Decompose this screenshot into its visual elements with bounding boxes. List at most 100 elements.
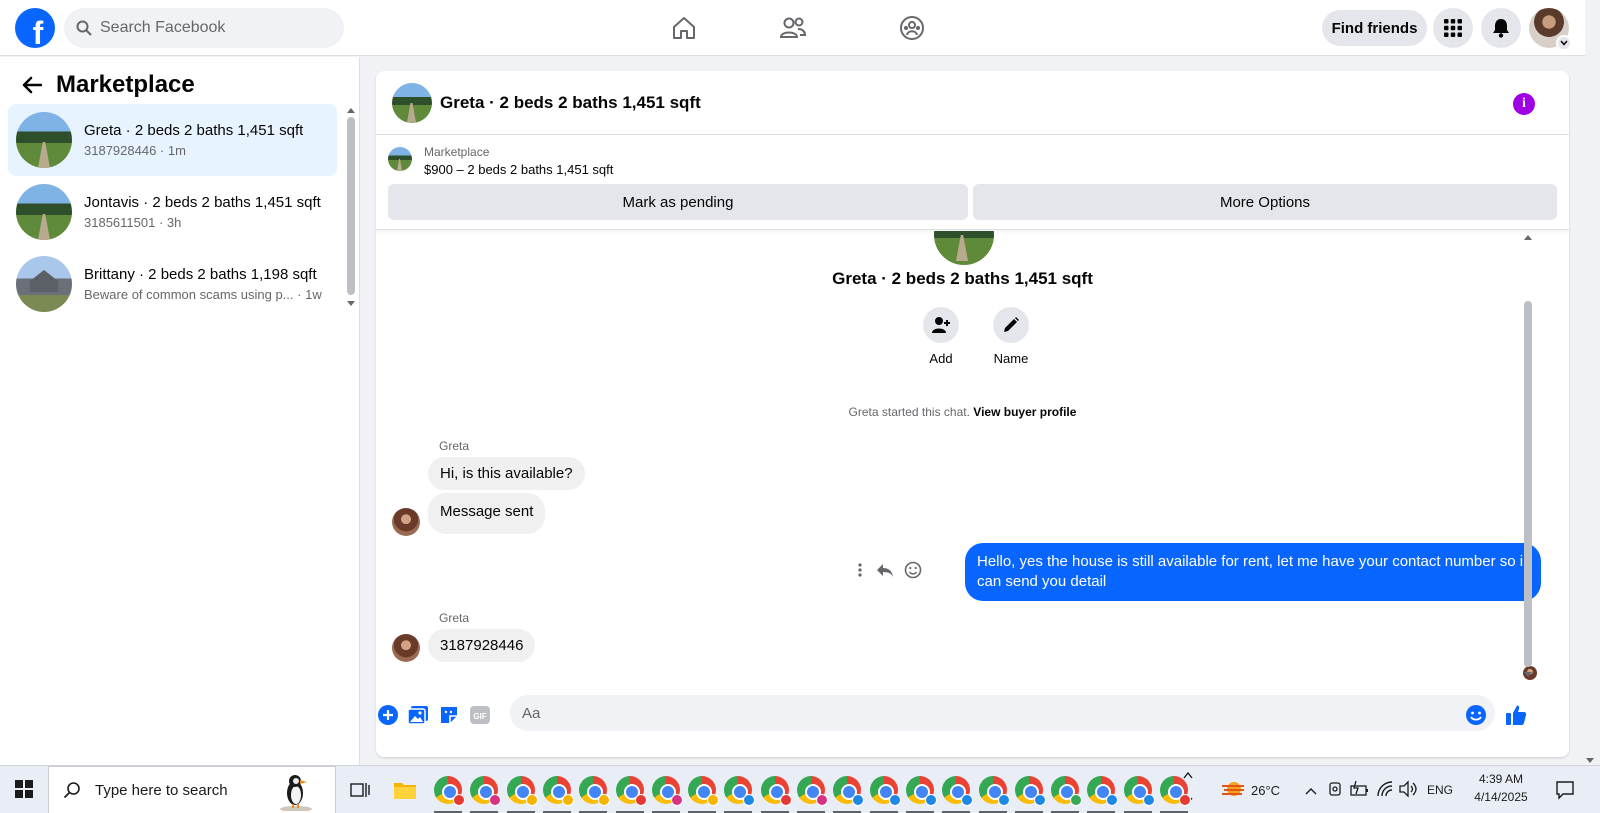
home-icon[interactable] [668, 12, 700, 44]
conversation-item-brittany[interactable]: Brittany · 2 beds 2 baths 1,198 sqft Bew… [8, 248, 337, 320]
taskbar-search-text: Type here to search [95, 781, 228, 799]
input-language[interactable]: ENG [1427, 783, 1453, 797]
add-action[interactable]: Add [911, 307, 971, 366]
sticker-icon[interactable] [437, 703, 461, 727]
chrome-profile-icon[interactable] [797, 776, 828, 806]
taskbar-overflow-arrows[interactable] [1183, 768, 1193, 813]
wifi-icon[interactable] [1376, 780, 1394, 803]
scroll-down-arrow[interactable] [347, 301, 355, 306]
name-label: Name [993, 351, 1029, 366]
bell-icon[interactable] [1481, 8, 1521, 48]
chrome-profile-icon[interactable] [651, 776, 683, 806]
chrome-profile-icon[interactable] [688, 776, 720, 806]
chrome-profile-icon[interactable] [724, 776, 756, 806]
clock-time[interactable]: 4:39 AM [1470, 772, 1532, 786]
file-explorer-icon[interactable] [393, 779, 417, 806]
chrome-profile-icon[interactable] [1051, 776, 1083, 806]
groups-icon[interactable] [896, 12, 928, 44]
account-avatar[interactable] [1529, 8, 1572, 51]
photo-icon[interactable] [406, 703, 430, 727]
page-scroll-down-arrow[interactable] [1586, 758, 1594, 763]
sidebar-header: Marketplace [18, 71, 195, 99]
volume-icon[interactable] [1398, 780, 1418, 803]
chrome-profile-icon[interactable] [833, 776, 865, 806]
chrome-profile-icon[interactable] [434, 776, 465, 806]
gif-icon[interactable]: GIF [468, 703, 492, 727]
conversation-preview: 3185611501 · 3h [84, 215, 182, 230]
like-thumbs-up-icon[interactable] [1504, 703, 1528, 727]
chrome-profile-icon[interactable] [542, 776, 574, 806]
chat-scroll-down-arrow[interactable] [1524, 672, 1532, 677]
battery-icon[interactable] [1350, 780, 1370, 803]
chrome-profile-icon[interactable] [1087, 776, 1119, 806]
chrome-profile-icon[interactable] [978, 776, 1010, 806]
message-composer: GIF [376, 691, 1569, 743]
chrome-profile-icon[interactable] [869, 776, 901, 806]
chat-title[interactable]: Greta · 2 beds 2 baths 1,451 sqft [440, 93, 701, 113]
conversation-profile-picture [934, 231, 994, 265]
listing-price[interactable]: $900 – 2 beds 2 baths 1,451 sqft [424, 162, 613, 177]
add-person-icon[interactable] [923, 307, 959, 343]
scroll-up-arrow[interactable] [347, 108, 355, 113]
info-icon[interactable]: i [1513, 93, 1535, 115]
chrome-profile-icon[interactable] [760, 776, 792, 806]
sidebar-scrollbar[interactable] [347, 117, 355, 295]
chrome-profile-icon[interactable] [905, 776, 937, 806]
windows-start-icon[interactable] [15, 780, 33, 798]
facebook-logo[interactable]: f [15, 8, 55, 48]
sender-avatar[interactable] [392, 634, 420, 662]
chrome-profile-icon[interactable] [615, 776, 647, 806]
name-action[interactable]: Name [981, 307, 1041, 366]
notification-center-icon[interactable] [1555, 780, 1575, 805]
chrome-profile-icon[interactable] [470, 776, 502, 806]
outgoing-message[interactable]: Hello, yes the house is still available … [965, 543, 1541, 601]
chrome-profile-icon[interactable] [1123, 776, 1155, 806]
incoming-message[interactable]: Message sent [428, 493, 546, 534]
chat-scrollbar[interactable] [1524, 301, 1532, 667]
sender-avatar[interactable] [392, 508, 420, 536]
profile-badge-icon [707, 794, 720, 806]
emoji-icon[interactable] [1464, 703, 1488, 727]
message-actions [858, 561, 922, 584]
conversation-item-greta[interactable]: Greta · 2 beds 2 baths 1,451 sqft 318792… [8, 104, 337, 176]
message-input[interactable] [510, 695, 1495, 731]
chat-avatar[interactable] [392, 82, 432, 123]
incoming-message[interactable]: 3187928446 [428, 629, 536, 662]
search-input[interactable] [100, 19, 320, 37]
friends-icon[interactable] [777, 12, 809, 44]
tray-chevron-up-icon[interactable] [1305, 782, 1317, 800]
chrome-profile-icon[interactable] [579, 776, 611, 806]
profile-badge-icon [525, 794, 538, 806]
weather-temperature[interactable]: 26°C [1251, 783, 1280, 798]
menu-grid-icon[interactable] [1433, 8, 1473, 48]
more-vertical-icon[interactable] [858, 563, 862, 582]
profile-badge-icon [598, 794, 611, 806]
clock-date[interactable]: 4/14/2025 [1466, 790, 1536, 804]
chrome-profile-icon[interactable] [506, 776, 538, 806]
conversation-name: Jontavis · 2 beds 2 baths 1,451 sqft [84, 194, 321, 211]
incoming-message[interactable]: Hi, is this available? [428, 457, 585, 490]
meet-now-icon[interactable] [1327, 780, 1343, 803]
task-view-icon[interactable] [350, 780, 370, 805]
conversation-preview: 3187928446 · 1m [84, 143, 186, 158]
weather-icon[interactable] [1220, 778, 1246, 807]
react-emoji-icon[interactable] [904, 561, 922, 584]
profile-badge-icon [453, 794, 465, 806]
chrome-profile-icon[interactable] [942, 776, 974, 806]
chat-scroll-up-arrow[interactable] [1524, 235, 1532, 240]
reply-icon[interactable] [876, 562, 894, 583]
view-buyer-profile-link[interactable]: View buyer profile [973, 405, 1076, 419]
chrome-profile-icon[interactable] [1014, 776, 1046, 806]
listing-thumbnail[interactable] [388, 147, 412, 171]
back-arrow-icon[interactable] [18, 71, 46, 99]
pencil-icon[interactable] [993, 307, 1029, 343]
conversation-item-jontavis[interactable]: Jontavis · 2 beds 2 baths 1,451 sqft 318… [8, 176, 337, 248]
chat-panel: Greta · 2 beds 2 baths 1,451 sqft i Mark… [376, 71, 1569, 757]
taskbar-search[interactable]: Type here to search [48, 766, 336, 813]
mark-as-pending-button[interactable]: Mark as pending [388, 184, 968, 220]
search-box[interactable] [64, 8, 344, 48]
more-options-button[interactable]: More Options [973, 184, 1557, 220]
find-friends-button[interactable]: Find friends [1322, 10, 1427, 46]
search-icon [76, 20, 92, 36]
plus-circle-icon[interactable] [376, 703, 400, 727]
